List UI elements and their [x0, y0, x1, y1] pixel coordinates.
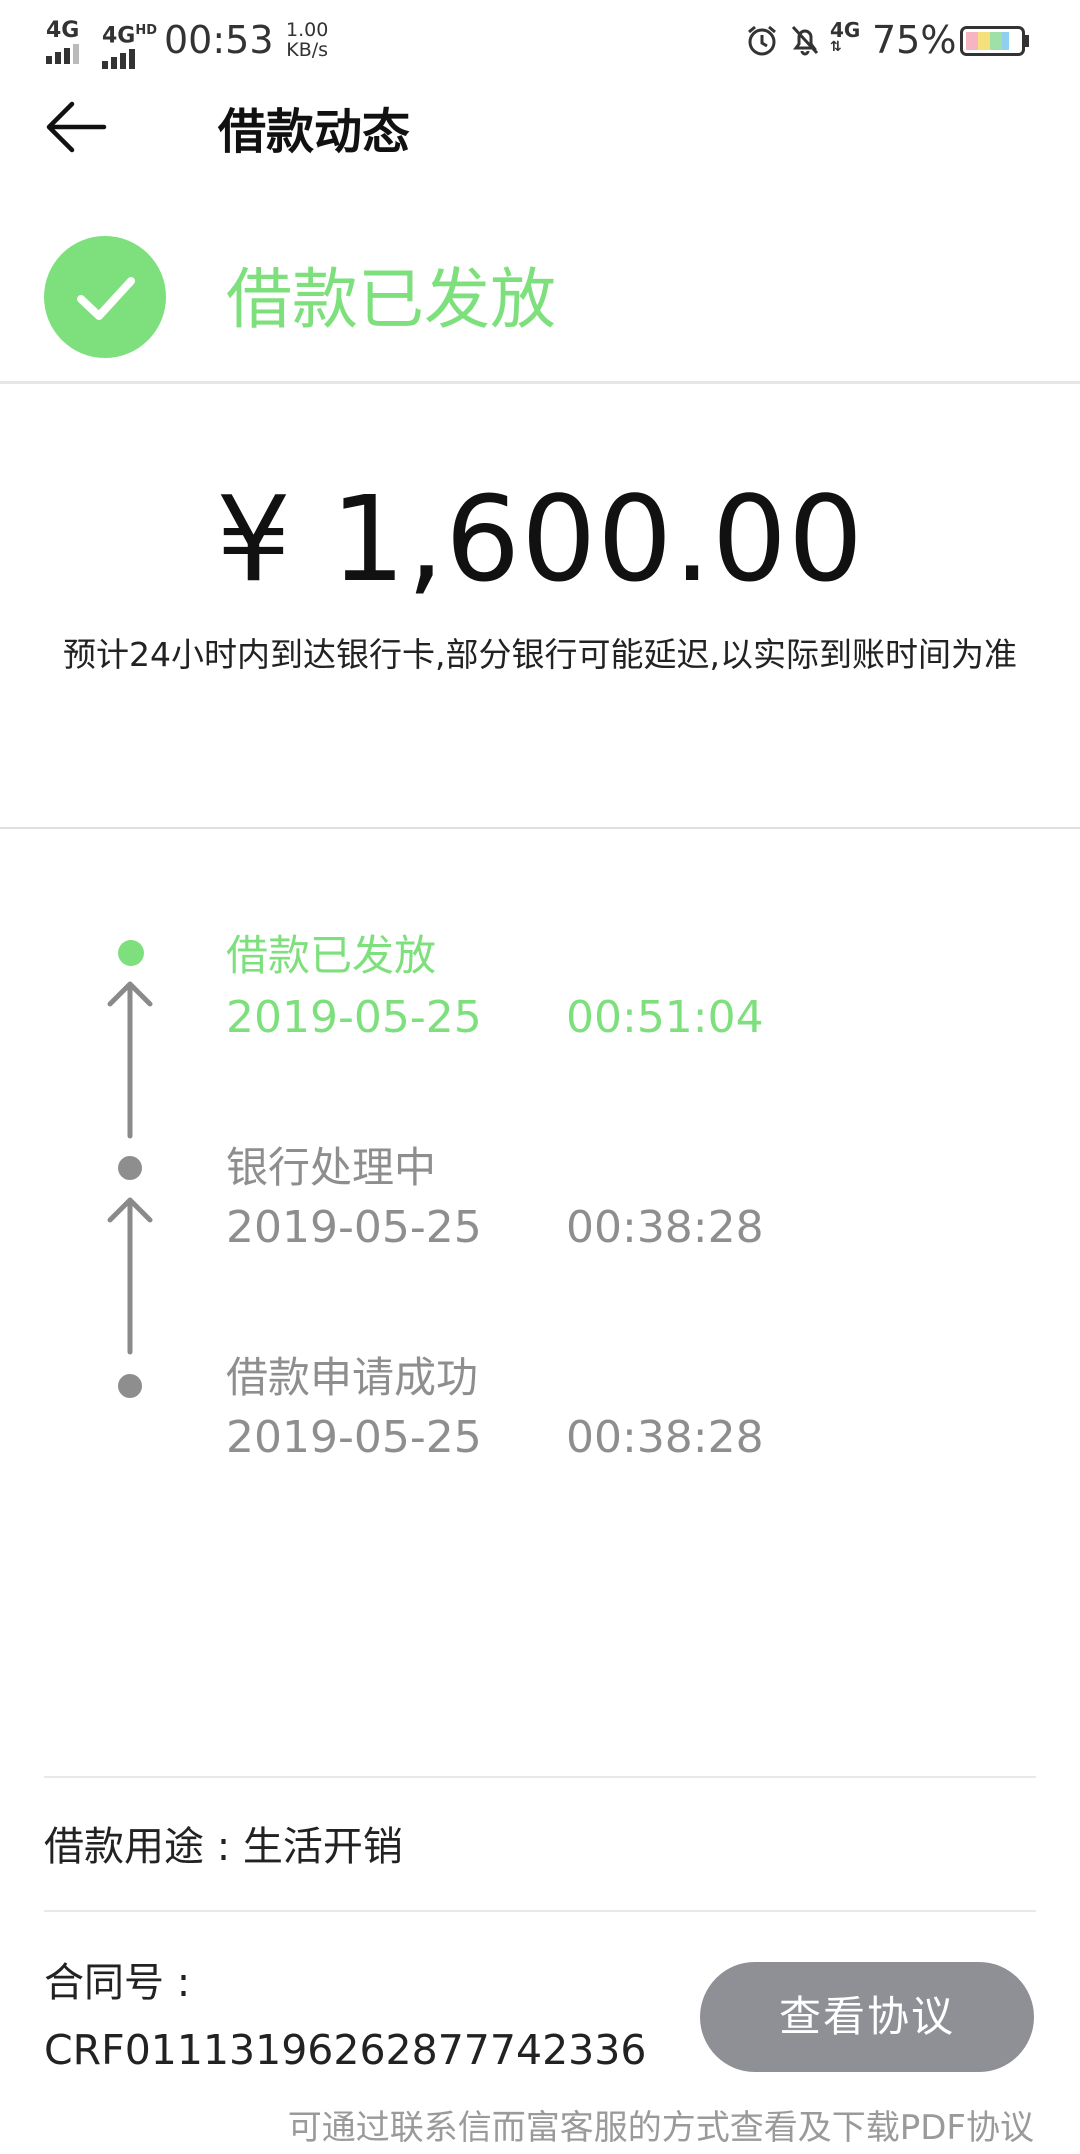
arrival-note: 预计24小时内到达银行卡,部分银行可能延迟,以实际到账时间为准	[63, 635, 1017, 674]
divider	[44, 1776, 1036, 1778]
network-hd-label: HD	[135, 23, 158, 38]
back-button[interactable]	[40, 88, 130, 168]
timeline-dot	[118, 1374, 142, 1398]
alarm-icon	[746, 24, 778, 56]
timeline-step-label: 银行处理中	[226, 1143, 437, 1192]
success-check-icon	[44, 236, 166, 358]
contract-label: 合同号 :	[44, 1960, 191, 2006]
up-arrow-icon	[104, 1196, 156, 1356]
net-speed-unit: KB/s	[286, 39, 329, 61]
timeline-dot-active	[118, 940, 144, 966]
page-title: 借款动态	[218, 104, 411, 160]
status-bar: 4G 4GHD 00:53 1.00 KB/s 4G ⇅ 75%	[0, 0, 1080, 80]
clock: 00:53	[164, 18, 274, 62]
bell-muted-icon	[790, 24, 820, 56]
network-type-2: 4G	[102, 23, 136, 49]
timeline-step-time: 00:38:28	[566, 1412, 764, 1463]
mobile-data-icon: 4G ⇅	[830, 18, 861, 55]
timeline: 借款已发放 2019-05-25 00:51:04 银行处理中 2019-05-…	[0, 900, 1080, 1463]
timeline-step-date: 2019-05-25	[226, 1412, 482, 1463]
timeline-step-time: 00:51:04	[566, 992, 764, 1043]
battery-percent: 75%	[872, 18, 957, 62]
net-speed-value: 1.00	[286, 19, 329, 41]
divider	[0, 827, 1080, 829]
back-arrow-icon	[46, 101, 107, 153]
divider	[0, 381, 1080, 384]
divider	[44, 1910, 1036, 1912]
timeline-step-date: 2019-05-25	[226, 1202, 482, 1253]
loan-purpose: 借款用途 : 生活开销	[44, 1824, 403, 1870]
timeline-step-time: 00:38:28	[566, 1202, 764, 1253]
view-agreement-button[interactable]: 查看协议	[700, 1962, 1034, 2072]
timeline-dot	[118, 1156, 142, 1180]
mobile-data-label: 4G	[830, 18, 861, 42]
timeline-step-label: 借款已发放	[226, 931, 437, 980]
contract-number: CRF01113196262877742336	[44, 2026, 647, 2074]
loan-status: 借款已发放	[226, 261, 556, 338]
up-arrow-icon	[104, 980, 156, 1140]
signal-icon-sim1: 4G	[46, 20, 79, 68]
signal-icon-sim2: 4GHD	[102, 20, 157, 73]
timeline-step-date: 2019-05-25	[226, 992, 482, 1043]
footer-note: 可通过联系信而富客服的方式查看及下载PDF协议	[287, 2108, 1034, 2148]
timeline-step-label: 借款申请成功	[226, 1353, 479, 1402]
battery-icon	[960, 26, 1030, 56]
loan-amount: ¥ 1,600.00	[215, 470, 865, 608]
network-type-1: 4G	[46, 18, 80, 43]
net-speed: 1.00 KB/s	[286, 20, 328, 60]
